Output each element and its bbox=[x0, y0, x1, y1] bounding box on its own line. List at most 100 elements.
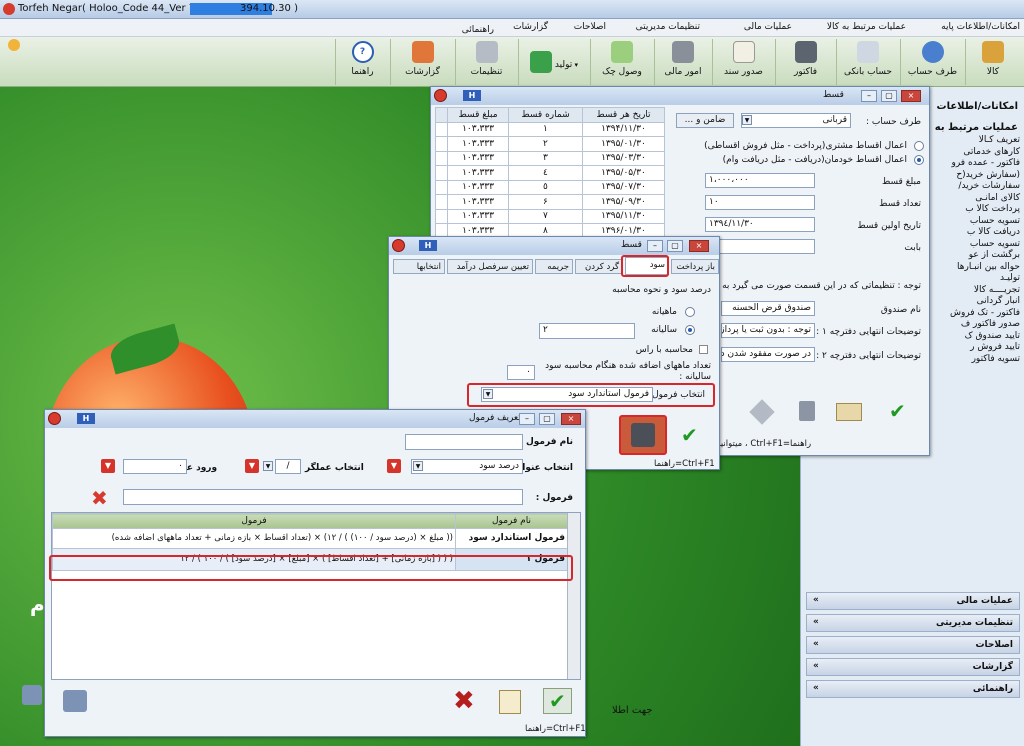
tree-item[interactable]: تایید فروش ر bbox=[950, 342, 1020, 354]
chevron-down-icon[interactable]: ▼ bbox=[413, 461, 423, 471]
desc1-input[interactable]: توجه : بدون ثبت یا پرداز bbox=[721, 323, 815, 338]
tree-item[interactable]: کارهای خدماتی bbox=[950, 147, 1020, 159]
tree-item[interactable]: تسویه فاکتور bbox=[950, 354, 1020, 366]
tree-item[interactable]: برگشت از عو bbox=[950, 250, 1020, 262]
chevron-down-icon[interactable]: ▼ bbox=[742, 115, 752, 125]
formula-text-input[interactable] bbox=[123, 489, 523, 505]
menu-item[interactable]: امکانات/اطلاعات پایه bbox=[941, 22, 1020, 32]
added-months-input[interactable]: ۰ bbox=[507, 365, 535, 380]
ras-checkbox[interactable] bbox=[699, 345, 708, 354]
tree-item[interactable]: کالای امانـی bbox=[950, 193, 1020, 205]
first-date-input[interactable]: ۱۳۹٤/۱۱/۳۰ bbox=[705, 217, 815, 232]
table-row[interactable]: ۱۰۳،۳۳۳ ٤ ۱۳۹۵/۰۵/۳۰ bbox=[435, 165, 665, 181]
maximize-button[interactable]: ▢ bbox=[539, 413, 555, 425]
radio-yearly[interactable] bbox=[685, 325, 695, 335]
chevron-down-icon[interactable]: ▼ bbox=[263, 461, 273, 471]
toolbar-options-icon[interactable] bbox=[8, 39, 20, 51]
babat-input[interactable] bbox=[705, 239, 815, 254]
tab-penalty[interactable]: جریمه bbox=[535, 259, 573, 274]
toolbar-help-button[interactable]: ? راهنما bbox=[335, 39, 389, 85]
table-row[interactable]: ۱۰۳،۳۳۳ ۶ ۱۳۹۵/۰۹/۳۰ bbox=[435, 194, 665, 210]
toolbar-settings-button[interactable]: تنظیمات bbox=[455, 39, 517, 85]
help-h-button[interactable]: H bbox=[419, 240, 437, 251]
tree-item[interactable]: سفارشات خرید/ bbox=[950, 181, 1020, 193]
tree-item[interactable]: پرداخت کالا ب bbox=[950, 204, 1020, 216]
minimize-button[interactable]: – bbox=[519, 413, 535, 425]
tab-choices[interactable]: انتخابها bbox=[393, 259, 445, 274]
toolbar-reports-button[interactable]: گزارشات bbox=[390, 39, 454, 85]
table-row[interactable]: ۱۰۳،۳۳۳ ۸ ۱۳۹۶/۰۱/۳۰ bbox=[435, 223, 665, 237]
panel-bar-help[interactable]: راهنمائی» bbox=[806, 680, 1020, 698]
table-row[interactable]: ۱۰۳،۳۳۳ ۱ ۱۳۹۴/۱۱/۳۰ bbox=[435, 121, 665, 137]
table-row[interactable]: ۱۰۳،۳۳۳ ٥ ۱۳۹۵/۰۷/۳۰ bbox=[435, 179, 665, 195]
tree-item[interactable]: تجریــــه کالا bbox=[950, 285, 1020, 297]
formula-select[interactable]: فرمول استاندارد سود bbox=[481, 387, 653, 402]
tree-item[interactable]: تولیـد bbox=[950, 273, 1020, 285]
maximize-button[interactable]: ▢ bbox=[881, 90, 897, 102]
operator-select[interactable]: / bbox=[275, 459, 301, 474]
tree-item[interactable]: تسویه حساب bbox=[950, 216, 1020, 228]
tab-repay[interactable]: باز پرداخت bbox=[671, 259, 719, 274]
toolbar-cheque-button[interactable]: وصول چک bbox=[590, 39, 653, 85]
close-button[interactable]: × bbox=[901, 90, 921, 102]
minimize-button[interactable]: – bbox=[647, 240, 663, 252]
toolbar-finance-button[interactable]: امور مالی bbox=[654, 39, 711, 85]
panel-bar-reports[interactable]: گزارشات» bbox=[806, 658, 1020, 676]
exit-icon[interactable] bbox=[22, 685, 42, 705]
table-row[interactable]: ۱۰۳،۳۳۳ ۷ ۱۳۹۵/۱۱/۳۰ bbox=[435, 208, 665, 224]
tools-icon[interactable] bbox=[749, 399, 775, 425]
tree-item[interactable]: صدور فاکتور ف bbox=[950, 319, 1020, 331]
tab-income[interactable]: تعیین سرفصل درآمد bbox=[447, 259, 533, 274]
add-operator-button[interactable]: ▼ bbox=[245, 459, 259, 473]
panel-bar-corrections[interactable]: اصلاحات» bbox=[806, 636, 1020, 654]
money-icon[interactable] bbox=[836, 403, 862, 421]
close-button[interactable]: × bbox=[689, 240, 709, 252]
radio-ours[interactable] bbox=[914, 155, 924, 165]
desc2-input[interactable]: در صورت مفقود شدن دف bbox=[721, 347, 815, 362]
calculator-icon[interactable] bbox=[799, 401, 815, 421]
tree-item[interactable]: (سفارش خرید(ح bbox=[950, 170, 1020, 182]
guarantor-button[interactable]: ضامن و ... bbox=[676, 113, 734, 128]
grid-scrollbar[interactable] bbox=[567, 513, 580, 679]
tree-item[interactable]: دریافت کالا ب bbox=[950, 227, 1020, 239]
clear-x-icon[interactable]: ✖ bbox=[91, 486, 108, 510]
count-input[interactable]: ۱۰ bbox=[705, 195, 815, 210]
menu-item[interactable]: عملیات مالی bbox=[744, 22, 792, 32]
tree-item[interactable]: حواله بین انبـارها bbox=[950, 262, 1020, 274]
delete-x-icon[interactable]: ✖ bbox=[453, 686, 475, 716]
amount-input[interactable]: ۱،۰۰۰،۰۰۰ bbox=[705, 173, 815, 188]
tree-item[interactable]: انبار گردانی bbox=[950, 296, 1020, 308]
panel-bar-management[interactable]: تنظیمات مدیریتی» bbox=[806, 614, 1020, 632]
ok-check-icon[interactable]: ✔ bbox=[543, 688, 572, 714]
tree-item[interactable]: تایید صندوق ک bbox=[950, 331, 1020, 343]
help-h-button[interactable]: H bbox=[77, 413, 95, 424]
table-row[interactable]: ۱۰۳،۳۳۳ ۲ ۱۳۹۵/۰۱/۳۰ bbox=[435, 136, 665, 152]
toolbar-kala-button[interactable]: کالا bbox=[965, 39, 1020, 85]
toolbar-bank-button[interactable]: حساب بانکی bbox=[836, 39, 899, 85]
help-h-button[interactable]: H bbox=[463, 90, 481, 101]
title-select[interactable]: درصد سود bbox=[411, 459, 523, 474]
add-title-button[interactable]: ▼ bbox=[387, 459, 401, 473]
menu-item[interactable]: اصلاحات bbox=[574, 22, 606, 32]
table-row[interactable]: ۱۰۳،۳۳۳ ۳ ۱۳۹۵/۰۳/۳۰ bbox=[435, 150, 665, 166]
radio-customer[interactable] bbox=[914, 141, 924, 151]
yearly-input[interactable]: ۲ bbox=[539, 323, 635, 339]
toolbar-document-button[interactable]: صدور سند bbox=[712, 39, 774, 85]
number-input[interactable]: ۰ bbox=[123, 459, 187, 474]
maximize-button[interactable]: ▢ bbox=[667, 240, 683, 252]
menu-item[interactable]: راهنمائی bbox=[462, 22, 520, 35]
ok-check-icon[interactable]: ✔ bbox=[681, 423, 698, 447]
tab-rounding[interactable]: گرد کردن bbox=[575, 259, 623, 274]
toolbar-invoice-button[interactable]: فاکتور bbox=[775, 39, 835, 85]
formula-name-input[interactable] bbox=[405, 434, 523, 450]
tree-item[interactable]: تعریف کـالا bbox=[950, 135, 1020, 147]
fund-input[interactable]: صندوق قرض الحسنه bbox=[721, 301, 815, 316]
menu-item[interactable]: تنظیمات مدیریتی bbox=[636, 22, 700, 32]
exit-icon[interactable] bbox=[63, 690, 87, 712]
menu-item[interactable]: عملیات مرتبط به کالا bbox=[827, 22, 906, 32]
table-row[interactable]: (( مبلغ × (درصد سود / ۱۰۰) ) / ۱۲) × (تع… bbox=[52, 527, 568, 549]
party-select[interactable]: قربانی bbox=[741, 113, 851, 128]
tree-item[interactable]: فاکتور - تک فروش bbox=[950, 308, 1020, 320]
add-number-button[interactable]: ▼ bbox=[101, 459, 115, 473]
minimize-button[interactable]: – bbox=[861, 90, 877, 102]
